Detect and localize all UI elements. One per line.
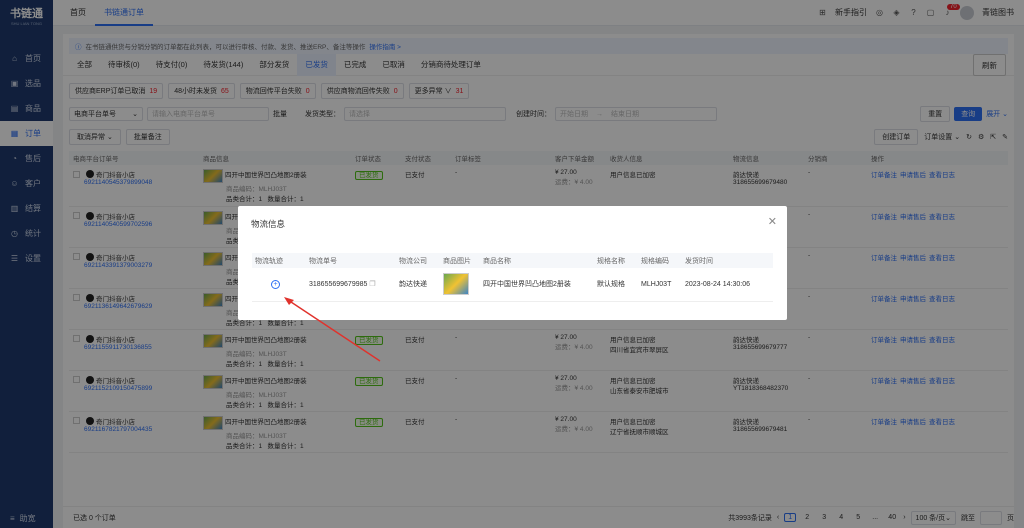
annotation-arrow: [284, 297, 381, 362]
arrow-line: [287, 299, 381, 362]
